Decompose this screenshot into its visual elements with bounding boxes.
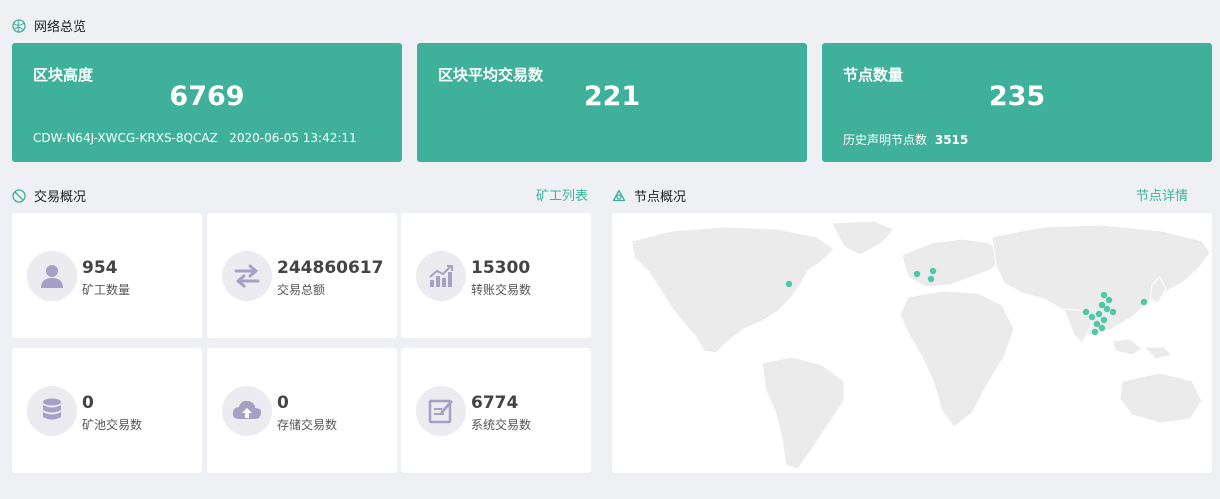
land-masses xyxy=(631,220,1211,470)
network-icon xyxy=(12,18,26,33)
node-dot[interactable] xyxy=(1088,313,1096,321)
overview-title: 网络总览 xyxy=(34,20,87,35)
node-count-card: 节点数量 235 历史声明节点数 3515 xyxy=(822,43,1212,162)
storage-tx-value: 0 xyxy=(277,393,289,413)
node-details-link[interactable]: 节点详情 xyxy=(1136,185,1188,204)
exchange-icon-wrap xyxy=(222,251,272,301)
node-dot[interactable] xyxy=(1098,301,1106,309)
system-tx-value: 6774 xyxy=(471,393,519,413)
node-dot[interactable] xyxy=(913,270,921,278)
miner-count-label: 矿工数量 xyxy=(82,283,131,297)
block-height-card: 区块高度 6769 CDW-N64J-XWCG-KRXS-8QCAZ 2020-… xyxy=(12,43,402,162)
node-dot[interactable] xyxy=(929,267,937,275)
storage-tx-card: 0 存储交易数 xyxy=(207,348,397,473)
node-dot[interactable] xyxy=(1095,310,1103,318)
edit-icon xyxy=(428,399,453,424)
database-icon xyxy=(43,398,61,420)
node-dot[interactable] xyxy=(1100,291,1108,299)
node-dot[interactable] xyxy=(1109,308,1117,316)
no-entry-icon xyxy=(12,188,26,203)
pool-tx-value: 0 xyxy=(82,393,94,413)
pool-tx-label: 矿池交易数 xyxy=(82,418,143,432)
historic-node-value: 3515 xyxy=(934,133,969,147)
pool-tx-card: 0 矿池交易数 xyxy=(12,348,202,473)
miner-count-value: 954 xyxy=(82,258,118,278)
historic-node-label: 历史声明节点数 xyxy=(843,133,928,147)
node-dot[interactable] xyxy=(1140,298,1148,306)
tx-total-label: 交易总额 xyxy=(277,283,326,297)
overview-header: 网络总览 xyxy=(12,16,86,35)
world-map-svg xyxy=(631,220,1211,470)
edit-icon-wrap xyxy=(416,386,466,436)
latest-block-info: CDW-N64J-XWCG-KRXS-8QCAZ 2020-06-05 13:4… xyxy=(33,131,357,145)
transactions-header: 交易概况 xyxy=(12,186,86,205)
node-dot[interactable] xyxy=(927,275,935,283)
miner-list-link[interactable]: 矿工列表 xyxy=(536,185,588,204)
miner-count-card: 954 矿工数量 xyxy=(12,213,202,338)
node-dot[interactable] xyxy=(1082,308,1090,316)
nodes-icon xyxy=(612,189,626,203)
database-icon-wrap xyxy=(27,386,77,436)
transfer-tx-label: 转账交易数 xyxy=(471,283,532,297)
node-dot[interactable] xyxy=(1093,320,1101,328)
node-count-value: 235 xyxy=(988,81,1046,112)
chart-icon xyxy=(429,265,453,287)
system-tx-label: 系统交易数 xyxy=(471,418,532,432)
storage-tx-label: 存储交易数 xyxy=(277,418,338,432)
cloud-upload-icon xyxy=(232,400,262,419)
tx-total-card: 244860617 交易总额 xyxy=(207,213,397,338)
user-icon xyxy=(41,265,63,288)
node-dot[interactable] xyxy=(1100,316,1108,324)
avg-tx-card: 区块平均交易数 221 xyxy=(417,43,807,162)
transfer-tx-value: 15300 xyxy=(471,258,531,278)
chart-icon-wrap xyxy=(416,251,466,301)
block-height-value: 6769 xyxy=(169,81,245,112)
node-world-map[interactable] xyxy=(612,213,1212,473)
system-tx-card: 6774 系统交易数 xyxy=(401,348,591,473)
node-dot[interactable] xyxy=(785,280,793,288)
node-dot[interactable] xyxy=(1105,296,1113,304)
nodes-title: 节点概况 xyxy=(634,190,687,205)
node-dot[interactable] xyxy=(1103,305,1111,313)
transactions-title: 交易概况 xyxy=(34,190,87,205)
user-icon-wrap xyxy=(27,251,77,301)
avg-tx-value: 221 xyxy=(583,81,641,112)
node-dot[interactable] xyxy=(1091,328,1099,336)
transfer-tx-card: 15300 转账交易数 xyxy=(401,213,591,338)
node-dot[interactable] xyxy=(1098,324,1106,332)
tx-total-value: 244860617 xyxy=(277,258,384,278)
historic-node-info: 历史声明节点数 3515 xyxy=(843,131,968,148)
cloud-upload-icon-wrap xyxy=(222,386,272,436)
nodes-header: 节点概况 xyxy=(612,186,686,205)
exchange-icon xyxy=(234,264,260,288)
